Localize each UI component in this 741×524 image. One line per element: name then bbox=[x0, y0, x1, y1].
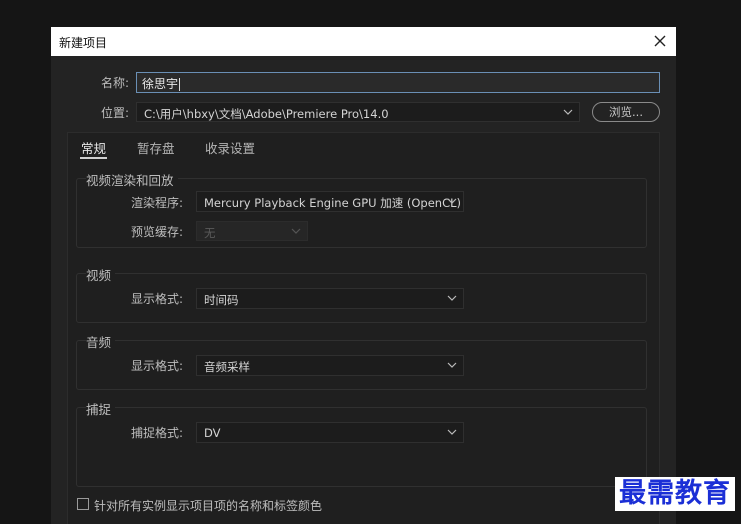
chevron-down-icon bbox=[447, 198, 457, 204]
renderer-value: Mercury Playback Engine GPU 加速 (OpenCL) bbox=[204, 196, 462, 210]
audio-title: 音频 bbox=[86, 332, 116, 351]
audio-display-format-value: 音频采样 bbox=[204, 360, 250, 374]
audio-display-format-dropdown[interactable]: 音频采样 bbox=[196, 355, 464, 376]
close-icon[interactable] bbox=[650, 31, 670, 51]
text-caret bbox=[179, 78, 181, 91]
dialog-title: 新建项目 bbox=[59, 36, 108, 50]
chevron-down-icon bbox=[447, 295, 457, 301]
chevron-down-icon bbox=[447, 362, 457, 368]
watermark-logo: 最需教育 bbox=[615, 477, 735, 511]
chevron-down-icon bbox=[447, 429, 457, 435]
video-display-format-label: 显示格式: bbox=[131, 292, 184, 306]
video-title: 视频 bbox=[86, 265, 116, 284]
preview-cache-label: 预览缓存: bbox=[131, 225, 184, 239]
capture-title: 捕捉 bbox=[86, 399, 116, 418]
video-rendering-title: 视频渲染和回放 bbox=[86, 170, 178, 189]
tab-ingest-settings[interactable]: 收录设置 bbox=[205, 138, 255, 157]
location-dropdown[interactable]: C:\用户\hbxy\文档\Adobe\Premiere Pro\14.0 bbox=[136, 102, 580, 122]
location-label: 位置: bbox=[101, 106, 130, 120]
renderer-label: 渲染程序: bbox=[131, 196, 184, 210]
capture-group bbox=[76, 407, 647, 487]
tab-scratch-disks[interactable]: 暂存盘 bbox=[137, 138, 175, 157]
location-path: C:\用户\hbxy\文档\Adobe\Premiere Pro\14.0 bbox=[144, 107, 389, 121]
preview-cache-value: 无 bbox=[204, 226, 216, 240]
video-display-format-value: 时间码 bbox=[204, 293, 239, 307]
active-tab-indicator bbox=[80, 157, 107, 159]
renderer-dropdown[interactable]: Mercury Playback Engine GPU 加速 (OpenCL) bbox=[196, 191, 464, 212]
new-project-dialog: 新建项目 名称: 徐思宇 位置: C:\用户\hbxy\文档\Adobe\Pre… bbox=[51, 27, 676, 524]
show-name-label-color-checkbox[interactable] bbox=[77, 498, 89, 510]
chevron-down-icon bbox=[563, 109, 573, 115]
audio-display-format-label: 显示格式: bbox=[131, 359, 184, 373]
project-name-value: 徐思宇 bbox=[142, 77, 179, 91]
capture-format-dropdown[interactable]: DV bbox=[196, 422, 464, 443]
capture-format-label: 捕捉格式: bbox=[131, 426, 184, 440]
browse-button[interactable]: 浏览... bbox=[592, 102, 660, 122]
project-name-input[interactable]: 徐思宇 bbox=[136, 72, 660, 93]
tab-general[interactable]: 常规 bbox=[81, 138, 106, 157]
title-bar: 新建项目 bbox=[51, 27, 676, 56]
show-name-label-color-label: 针对所有实例显示项目项的名称和标签颜色 bbox=[94, 499, 323, 513]
name-label: 名称: bbox=[101, 76, 130, 90]
video-display-format-dropdown[interactable]: 时间码 bbox=[196, 288, 464, 309]
preview-cache-dropdown: 无 bbox=[196, 221, 308, 241]
chevron-down-icon bbox=[291, 228, 301, 234]
capture-format-value: DV bbox=[204, 426, 221, 440]
